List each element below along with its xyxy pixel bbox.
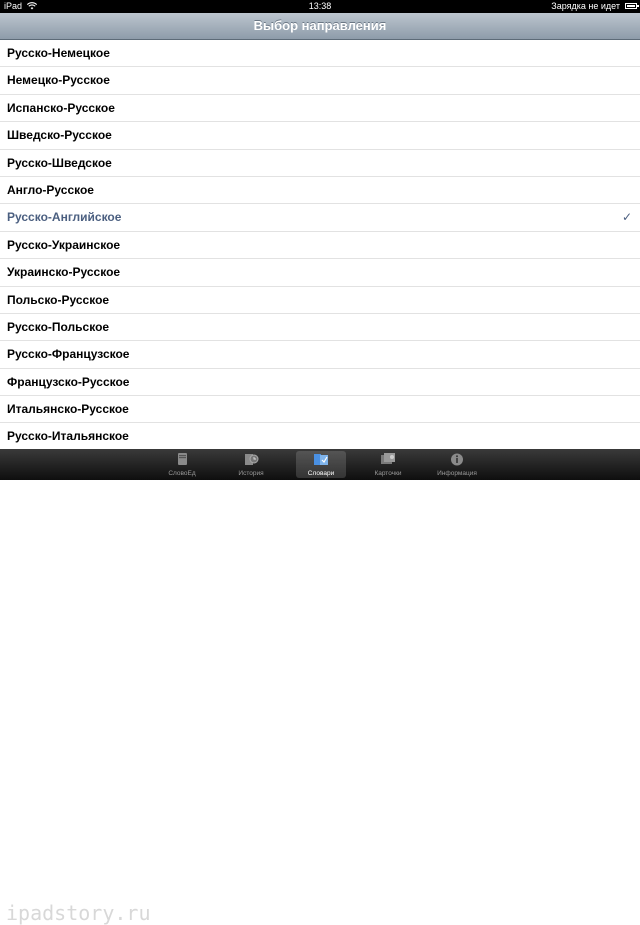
checkmark-icon: ✓ xyxy=(621,210,632,225)
info-icon xyxy=(451,453,463,466)
list-item-label: Русско-Итальянское xyxy=(7,429,129,444)
list-item-label: Русско-Английское xyxy=(7,210,122,225)
list-item-label: Русско-Французское xyxy=(7,347,130,362)
direction-list: Русско-Немецкое Немецко-Русское Испанско… xyxy=(0,40,640,449)
list-item-label: Англо-Русское xyxy=(7,182,94,197)
tab-label: СловоЕд xyxy=(168,470,196,477)
list-item-label: Французско-Русское xyxy=(7,374,130,389)
list-item-label: Русско-Немецкое xyxy=(7,46,110,60)
list-item-label: Немецко-Русское xyxy=(7,73,110,88)
list-item[interactable]: Русско-Итальянское xyxy=(0,423,640,449)
dictionaries-icon xyxy=(314,454,328,465)
tab-bar: ipadstory.ru СловоЕд История Словари Кар… xyxy=(0,449,640,925)
battery-status-text: Зарядка не идет xyxy=(551,1,620,11)
history-icon xyxy=(245,454,259,465)
list-item-label: Русско-Шведское xyxy=(7,155,112,170)
list-item[interactable]: Итальянско-Русское xyxy=(0,396,640,424)
list-item[interactable]: Русско-Немецкое xyxy=(0,40,640,68)
list-item[interactable]: Немецко-Русское xyxy=(0,67,640,95)
list-item[interactable]: Русско-Украинское xyxy=(0,232,640,260)
list-item[interactable]: Русско-Польское xyxy=(0,314,640,342)
list-item-label: Украинско-Русское xyxy=(7,265,121,280)
list-item-label: Испанско-Русское xyxy=(7,100,115,115)
battery-icon xyxy=(625,3,639,9)
list-item-label: Итальянско-Русское xyxy=(7,402,129,417)
list-item[interactable]: Русско-Французское xyxy=(0,341,640,369)
tab-label: Карточки xyxy=(374,470,402,477)
list-item[interactable]: Русско-Шведское xyxy=(0,150,640,177)
tab-slovoed[interactable]: СловоЕд xyxy=(157,449,207,480)
watermark: ipadstory.ru xyxy=(6,901,151,925)
navigation-bar: Выбор направления xyxy=(0,13,640,40)
book-icon xyxy=(178,453,187,465)
list-item[interactable]: Украинско-Русское xyxy=(0,259,640,287)
page-title: Выбор направления xyxy=(253,18,387,33)
list-item[interactable]: Французско-Русское xyxy=(0,369,640,397)
list-item-label: Шведско-Русское xyxy=(7,128,112,143)
flashcards-icon xyxy=(381,453,395,464)
list-item[interactable]: Шведско-Русское xyxy=(0,122,640,150)
tab-label: История xyxy=(238,470,264,477)
list-item-selected[interactable]: Русско-Английское ✓ xyxy=(0,204,640,232)
tab-flashcards[interactable]: Карточки xyxy=(363,449,413,480)
status-time: 13:38 xyxy=(308,1,332,11)
status-bar: iPad 13:38 Зарядка не идет xyxy=(0,0,640,13)
list-item[interactable]: Польско-Русское xyxy=(0,287,640,314)
list-item-label: Польско-Русское xyxy=(7,292,110,307)
tab-label: Словари xyxy=(307,470,335,477)
list-item[interactable]: Англо-Русское xyxy=(0,177,640,205)
tab-label: Информация xyxy=(437,470,477,477)
tab-dictionaries[interactable]: Словари xyxy=(296,451,346,478)
tab-history[interactable]: История xyxy=(226,449,276,480)
tab-info[interactable]: Информация xyxy=(432,449,482,480)
list-item-label: Русско-Польское xyxy=(7,319,110,334)
list-item[interactable]: Испанско-Русское xyxy=(0,95,640,123)
list-item-label: Русско-Украинское xyxy=(7,237,121,252)
